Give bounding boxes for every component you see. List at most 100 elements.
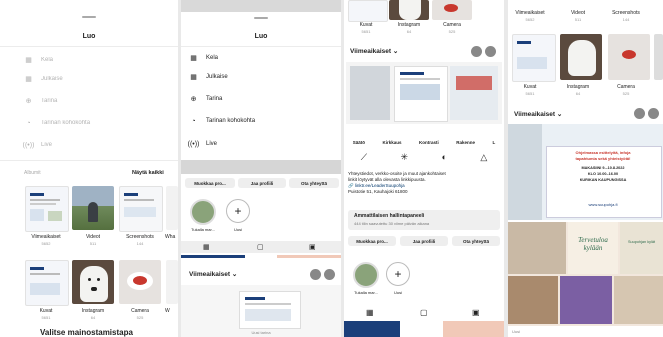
professional-dashboard[interactable]: Ammattilaisen hallintapaneeli 444 tilin … [348, 210, 500, 230]
grid-icon: ▦ [25, 76, 32, 83]
menu-item-post[interactable]: ▦ Julkaise [189, 70, 228, 84]
see-all-link[interactable]: Näytä kaikki [132, 170, 164, 176]
grid-tab-icon[interactable]: ▦ [203, 243, 210, 251]
camera-icon[interactable] [648, 108, 659, 119]
grid-icon: ▦ [190, 74, 197, 81]
album-thumb-camera[interactable] [432, 0, 472, 20]
image-preview [346, 62, 502, 124]
brightness-icon[interactable]: ✳ [400, 152, 408, 163]
tool-structure[interactable]: Rakenne [456, 140, 475, 145]
album-thumb-videos[interactable] [72, 186, 114, 230]
tool-more[interactable]: L [492, 140, 495, 145]
highlight-avatar[interactable] [353, 262, 379, 288]
multi-select-icon[interactable] [634, 108, 645, 119]
contact-button[interactable]: Ota yhteyttä [452, 236, 500, 246]
gallery-picker: Viimeaikaiset 5652 Videot 511 Screenshots 1… [508, 0, 663, 337]
media-strip [181, 255, 341, 258]
album-caption: Wha [165, 234, 176, 240]
album-caption: Camera 525 [131, 308, 149, 320]
poster-preview: Ohjelmassa esittelyitä, infoja tapahtumi… [508, 124, 663, 220]
tool-contrast[interactable]: Kontrasti [419, 140, 439, 145]
recent-dropdown[interactable]: Viimeaikaiset ⌄ [189, 270, 237, 278]
share-profile-button[interactable]: Jaa profiili [400, 236, 448, 246]
live-icon: ((•)) [22, 141, 35, 149]
album-thumb-photos[interactable] [25, 260, 69, 306]
album-thumb-instagram[interactable] [560, 34, 602, 80]
share-profile-button[interactable]: Jaa profiili [238, 178, 286, 188]
album-thumb-photos[interactable] [348, 0, 388, 22]
highlight-avatar[interactable] [190, 199, 216, 225]
edit-profile-button[interactable]: Muokkaa pro... [348, 236, 396, 246]
create-sheet-screen: Luo ▦ Kela ▦ Julkaise ⊕ Tarina ◔ Tarinan koh… [0, 0, 178, 337]
footer-label: Uusi [512, 329, 521, 334]
divider [181, 46, 341, 47]
reels-tab-icon[interactable]: ▢ [257, 243, 264, 251]
edit-tools-row: Säätö Kirkkaus Kontrasti Rakenne L [344, 140, 504, 145]
new-highlight-label: Uusi [393, 290, 402, 295]
ad-method-heading: Valitse mainostamistapa [40, 328, 133, 337]
camera-icon[interactable] [324, 269, 335, 280]
grid-tab-icon[interactable]: ▦ [366, 308, 374, 317]
menu-item-reel[interactable]: ▦ Kela [189, 51, 218, 65]
menu-item-highlight[interactable]: ◔ Tarinan kohokohta [24, 116, 90, 130]
profile-tab-bar: ▦ ▢ ▣ [181, 241, 341, 253]
chevron-down-icon: ⌄ [392, 48, 399, 55]
menu-item-live[interactable]: ((•)) Live [188, 137, 217, 151]
album-thumb-instagram[interactable] [389, 0, 429, 20]
plus-circle-icon: ⊕ [190, 96, 197, 103]
tagged-tab-icon[interactable]: ▣ [472, 308, 480, 317]
new-highlight-label: Uusi [233, 227, 242, 232]
dimmed-background [181, 0, 341, 12]
sheet-title: Luo [82, 33, 96, 40]
divider [0, 46, 178, 47]
plus-icon: + [234, 204, 242, 218]
album-caption: Videot 511 [85, 234, 101, 246]
album-caption: Instagram 64 [566, 84, 590, 96]
album-thumb-whatsapp[interactable] [166, 186, 178, 230]
menu-item-highlight[interactable]: ◔ Tarinan kohokohta [189, 114, 255, 128]
album-caption: Camera 525 [443, 22, 461, 34]
recent-dropdown[interactable]: Viimeaikaiset ⌄ [350, 47, 398, 55]
structure-icon[interactable]: △ [480, 152, 487, 163]
album-thumb-more[interactable] [166, 260, 178, 304]
menu-item-post[interactable]: ▦ Julkaise [24, 72, 63, 86]
multi-select-icon[interactable] [310, 269, 321, 280]
album-caption: Viimeaikaiset 5652 [515, 10, 545, 22]
profile-bio: Yhteystiedot, verkko-osoite ja muut ajan… [348, 171, 502, 195]
multi-select-icon[interactable] [471, 46, 482, 57]
album-thumb-camera[interactable] [119, 260, 161, 304]
album-thumb-photos[interactable] [512, 34, 556, 82]
menu-item-live[interactable]: ((•)) Live [22, 138, 52, 152]
sheet-handle[interactable] [82, 16, 96, 18]
album-thumb-more[interactable] [654, 34, 663, 80]
album-thumb-instagram[interactable] [72, 260, 114, 304]
camera-icon[interactable] [485, 46, 496, 57]
album-caption: W [165, 308, 170, 314]
menu-item-reel[interactable]: ▦ Kela [24, 53, 53, 67]
recent-dropdown[interactable]: Viimeaikaiset ⌄ [514, 110, 562, 118]
album-thumb-camera[interactable] [608, 34, 650, 80]
album-caption: Kuvat 5651 [359, 22, 373, 34]
new-highlight-button[interactable]: + [386, 262, 410, 286]
adjust-icon[interactable]: ⟋ [361, 152, 367, 163]
sheet-title: Luo [254, 33, 268, 40]
plus-icon: + [394, 267, 402, 281]
contact-button[interactable]: Ota yhteyttä [289, 178, 339, 188]
album-thumb-screenshots[interactable] [119, 186, 163, 232]
menu-item-story[interactable]: ⊕ Tarina [189, 92, 223, 106]
reels-tab-icon[interactable]: ▢ [420, 308, 428, 317]
sheet-handle[interactable] [254, 17, 268, 19]
plus-circle-icon: ⊕ [25, 98, 32, 105]
tool-adjust[interactable]: Säätö [353, 140, 365, 145]
album-caption: Kuvat 5651 [39, 308, 53, 320]
album-thumb-recent[interactable] [25, 186, 69, 232]
edit-profile-button[interactable]: Muokkaa pro... [185, 178, 235, 188]
menu-item-story[interactable]: ⊕ Tarina [24, 94, 58, 108]
tool-brightness[interactable]: Kirkkaus [382, 140, 401, 145]
album-caption: Instagram 64 [81, 308, 105, 320]
new-highlight-button[interactable]: + [226, 199, 250, 223]
album-caption: Screenshots 144 [612, 10, 640, 22]
edit-tool-icons: ⟋ ✳ ◐ △ [344, 152, 504, 163]
tagged-tab-icon[interactable]: ▣ [309, 243, 316, 251]
contrast-icon[interactable]: ◐ [441, 152, 446, 163]
